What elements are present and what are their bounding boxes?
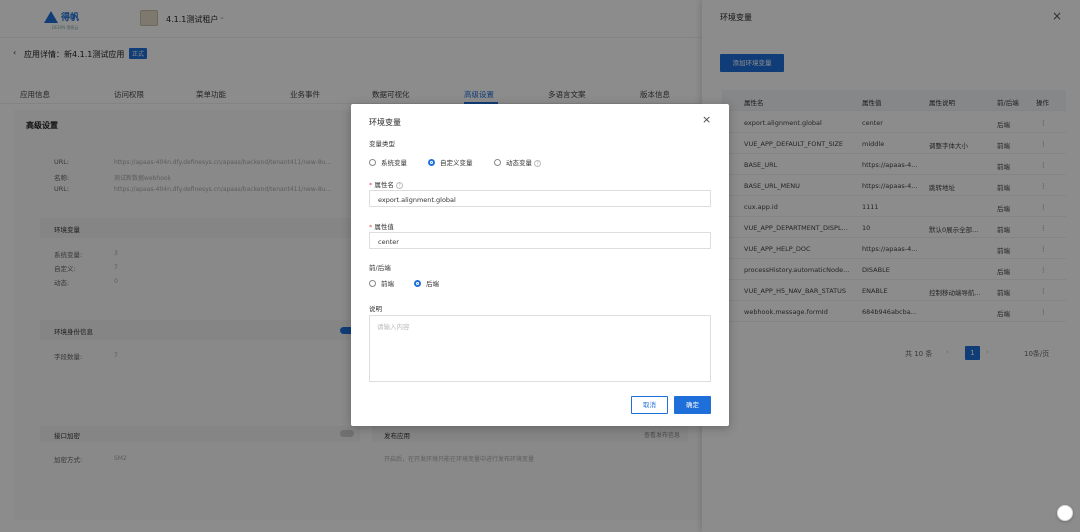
- help-icon[interactable]: ?: [395, 182, 403, 189]
- dialog-title: 环境变量: [369, 118, 401, 127]
- radio-icon: [369, 158, 376, 166]
- radio-label: 后端: [426, 280, 439, 288]
- radio-label: 系统变量: [381, 159, 407, 167]
- name-label: * 属性名?: [369, 179, 403, 189]
- confirm-button[interactable]: 确定: [674, 396, 711, 414]
- value-input[interactable]: center: [369, 232, 711, 249]
- radio-icon: [369, 279, 376, 287]
- radio-checked-icon: [428, 158, 435, 166]
- assistant-icon[interactable]: [1057, 505, 1073, 521]
- radio-system[interactable]: 系统变量: [369, 157, 407, 167]
- type-label: 变量类型: [369, 140, 395, 148]
- name-input[interactable]: export.alignment.global: [369, 190, 711, 207]
- value-label: * 属性值: [369, 221, 394, 231]
- side-label: 前/后端: [369, 264, 391, 272]
- value-label-text: 属性值: [374, 223, 394, 231]
- help-icon[interactable]: ?: [534, 160, 541, 167]
- radio-label: 前端: [381, 280, 394, 288]
- desc-textarea[interactable]: 请输入内容: [369, 315, 711, 382]
- radio-dynamic[interactable]: 动态变量?: [494, 157, 541, 167]
- radio-frontend[interactable]: 前端: [369, 278, 394, 288]
- radio-label: 动态变量: [506, 159, 532, 167]
- radio-custom[interactable]: 自定义变量: [428, 157, 473, 167]
- radio-checked-icon: [414, 279, 421, 287]
- close-icon[interactable]: ×: [702, 113, 711, 126]
- radio-backend[interactable]: 后端: [414, 278, 439, 288]
- radio-icon: [494, 158, 501, 166]
- name-label-text: 属性名: [374, 181, 394, 189]
- desc-label: 说明: [369, 305, 382, 313]
- cancel-button[interactable]: 取消: [631, 396, 668, 414]
- radio-label: 自定义变量: [440, 159, 473, 167]
